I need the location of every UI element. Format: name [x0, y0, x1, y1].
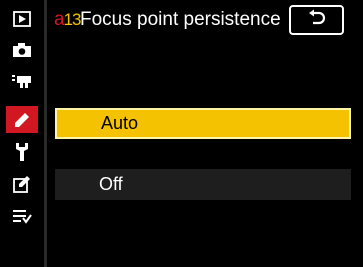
option-label: Off	[99, 174, 123, 194]
menu-item-code: a 13	[54, 6, 81, 34]
camera-menu-screen: a 13 Focus point persistence Auto Off	[0, 0, 363, 267]
sidebar-item-playback[interactable]	[6, 5, 38, 32]
my-menu-icon	[12, 208, 32, 224]
sidebar-divider	[44, 0, 47, 267]
back-button[interactable]	[289, 5, 344, 35]
menu-code-number: 13	[63, 10, 82, 29]
retouch-icon	[13, 175, 31, 193]
camera-icon	[12, 42, 32, 58]
sidebar-item-movie-shooting[interactable]	[6, 67, 38, 94]
menu-code-prefix: a	[54, 9, 65, 30]
sidebar-item-setup[interactable]	[6, 138, 38, 165]
option-auto[interactable]: Auto	[55, 108, 351, 139]
back-arrow-icon	[308, 9, 326, 32]
wrench-icon	[14, 142, 30, 162]
option-off[interactable]: Off	[55, 169, 351, 200]
option-label: Auto	[101, 113, 139, 133]
page-title: Focus point persistence	[80, 9, 281, 30]
movie-camera-icon	[11, 73, 33, 89]
menu-sidebar	[0, 0, 44, 267]
sidebar-item-photo-shooting[interactable]	[6, 36, 38, 63]
play-icon	[13, 10, 31, 27]
pencil-icon	[13, 111, 31, 129]
sidebar-item-custom-settings[interactable]	[6, 106, 38, 133]
sidebar-item-retouch[interactable]	[6, 170, 38, 197]
sidebar-item-my-menu[interactable]	[6, 202, 38, 229]
